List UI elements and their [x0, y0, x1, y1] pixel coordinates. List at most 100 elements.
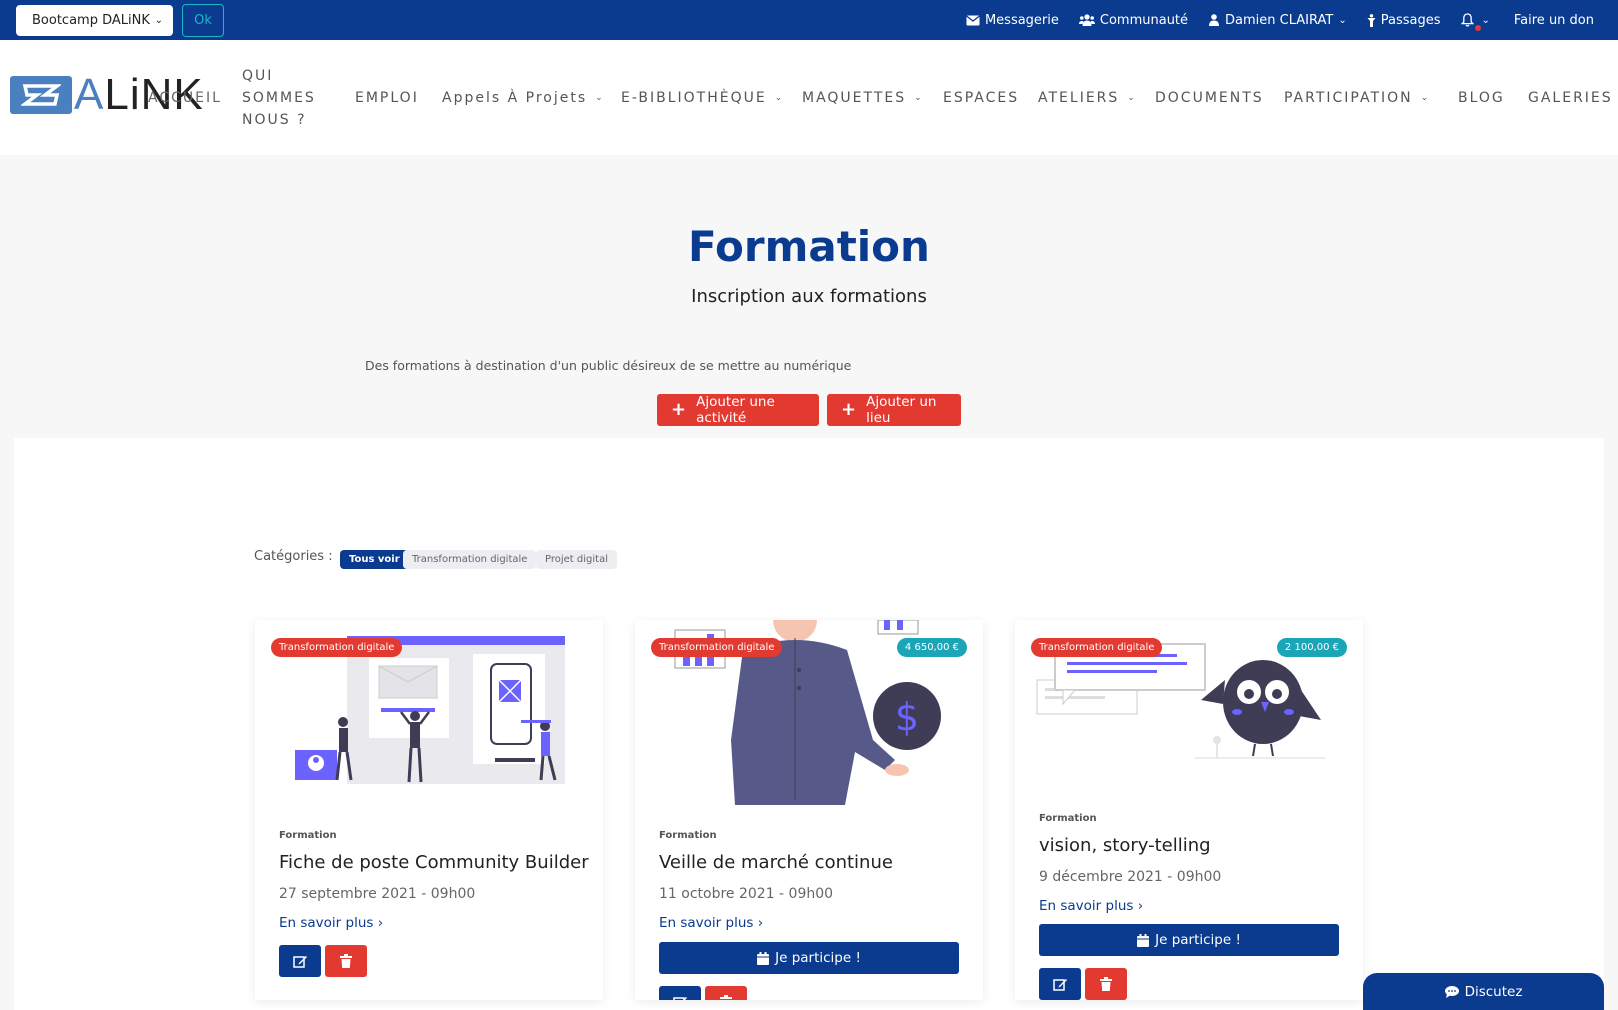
card-type: Formation — [279, 830, 337, 841]
participate-button[interactable]: Je participe ! — [659, 942, 959, 974]
chevron-down-icon: ⌄ — [914, 92, 922, 103]
plus-icon: + — [841, 399, 857, 420]
chat-bubble-icon — [1444, 985, 1459, 998]
card-type: Formation — [1039, 813, 1097, 824]
top-bar: Bootcamp DALiNK ⌄ Ok Messagerie Communau… — [0, 0, 1618, 40]
chevron-down-icon: ⌄ — [774, 92, 783, 103]
nav-documents[interactable]: DOCUMENTS — [1155, 40, 1264, 155]
price-tag: 2 100,00 € — [1276, 638, 1347, 657]
learn-more-link[interactable]: En savoir plus › — [279, 915, 383, 931]
chat-button[interactable]: Discutez — [1363, 973, 1604, 1010]
category-tag: Transformation digitale — [651, 638, 783, 657]
category-transformation-digitale[interactable]: Transformation digitale — [403, 550, 537, 569]
participate-button[interactable]: Je participe ! — [1039, 924, 1339, 956]
category-tag: Transformation digitale — [271, 638, 403, 657]
learn-more-link[interactable]: En savoir plus › — [1039, 898, 1143, 914]
participate-label: Je participe ! — [775, 950, 861, 966]
category-all[interactable]: Tous voir — [340, 550, 409, 569]
card-type: Formation — [659, 830, 717, 841]
nav-espaces[interactable]: ESPACES — [943, 40, 1019, 155]
chevron-down-icon: ⌄ — [1127, 92, 1135, 103]
trash-icon — [720, 995, 732, 999]
plus-icon: + — [671, 399, 687, 420]
calendar-icon — [1137, 933, 1150, 947]
edit-button[interactable] — [1039, 968, 1081, 1000]
delete-button[interactable] — [325, 945, 367, 977]
chevron-right-icon: › — [757, 915, 764, 931]
space-select-value: Bootcamp DALiNK — [32, 13, 150, 28]
nav-ebiblio-label: E-BIBLIOTHÈQUE — [621, 89, 767, 106]
envelope-icon — [966, 14, 980, 25]
chevron-down-icon: ⌄ — [1338, 14, 1347, 26]
chevron-right-icon: › — [377, 915, 384, 931]
delete-button[interactable] — [1085, 968, 1127, 1000]
user-icon — [1209, 14, 1220, 26]
card-title[interactable]: Veille de marché continue — [659, 852, 893, 873]
activity-card: Transformation digitale 2 100,00 € Forma… — [1015, 620, 1363, 1000]
nav-galeries[interactable]: GALERIES — [1528, 40, 1613, 155]
nav-ateliers[interactable]: ATELIERS ⌄ — [1038, 40, 1135, 155]
passages-label: Passages — [1380, 12, 1441, 28]
page-subtitle: Inscription aux formations — [691, 286, 927, 307]
notifications-menu[interactable]: ⌄ — [1460, 13, 1490, 31]
edit-icon — [1052, 978, 1067, 991]
top-links: Messagerie Communauté Damien CLAIRAT ⌄ P… — [966, 0, 1618, 40]
calendar-icon — [757, 951, 770, 965]
nav-ateliers-label: ATELIERS — [1038, 89, 1120, 106]
logo-z-icon — [21, 84, 61, 106]
learn-more-label: En savoir plus — [1039, 898, 1134, 914]
nav-maquettes-label: MAQUETTES — [802, 89, 907, 106]
don-link[interactable]: Faire un don — [1514, 13, 1594, 28]
chevron-down-icon: ⌄ — [1420, 92, 1429, 103]
chevron-down-icon: ⌄ — [1481, 14, 1490, 26]
ok-button[interactable]: Ok — [182, 4, 224, 37]
notification-dot — [1474, 25, 1481, 31]
page-title: Formation — [688, 222, 930, 271]
nav-participation-label: PARTICIPATION — [1284, 89, 1413, 106]
messagerie-link[interactable]: Messagerie — [966, 13, 1059, 28]
nav-e-bibliotheque[interactable]: E-BIBLIOTHÈQUE ⌄ — [621, 40, 782, 155]
user-menu[interactable]: Damien CLAIRAT ⌄ — [1208, 13, 1347, 28]
chat-label: Discutez — [1464, 983, 1523, 1000]
chevron-down-icon: ⌄ — [595, 92, 603, 103]
main-nav: ALiNK ACCUEIL QUI SOMMES NOUS ? EMPLOI A… — [0, 40, 1618, 155]
learn-more-label: En savoir plus — [279, 915, 374, 931]
categories-label: Catégories : — [254, 549, 333, 564]
category-projet-digital[interactable]: Projet digital — [536, 550, 617, 569]
edit-icon — [672, 996, 687, 1000]
communaute-link[interactable]: Communauté — [1078, 12, 1189, 28]
card-date: 11 octobre 2021 - 09h00 — [659, 886, 834, 902]
trash-icon — [1100, 977, 1112, 991]
edit-icon — [292, 955, 307, 968]
card-title[interactable]: Fiche de poste Community Builder — [279, 852, 589, 873]
page-description: Des formations à destination d'un public… — [365, 358, 852, 373]
category-tag: Transformation digitale — [1031, 638, 1163, 657]
space-select[interactable]: Bootcamp DALiNK ⌄ — [16, 5, 173, 36]
user-name: Damien CLAIRAT — [1225, 12, 1334, 28]
trash-icon — [340, 954, 352, 968]
communaute-label: Communauté — [1099, 12, 1189, 28]
activity-card: Transformation digitale Formation Fiche … — [255, 620, 603, 1000]
nav-participation[interactable]: PARTICIPATION ⌄ — [1284, 40, 1428, 155]
person-icon — [1367, 13, 1376, 27]
nav-emploi[interactable]: EMPLOI — [355, 40, 419, 155]
card-date: 27 septembre 2021 - 09h00 — [279, 886, 476, 902]
nav-appels-a-projets[interactable]: Appels À Projets ⌄ — [442, 40, 603, 155]
edit-button[interactable] — [279, 945, 321, 977]
card-title[interactable]: vision, story-telling — [1039, 835, 1211, 856]
messagerie-label: Messagerie — [984, 12, 1059, 28]
bell-icon — [1460, 13, 1474, 27]
edit-button[interactable] — [659, 986, 701, 1000]
learn-more-link[interactable]: En savoir plus › — [659, 915, 763, 931]
delete-button[interactable] — [705, 986, 747, 1000]
svg-text:$: $ — [895, 695, 919, 739]
learn-more-label: En savoir plus — [659, 915, 754, 931]
nav-blog[interactable]: BLOG — [1458, 40, 1505, 155]
nav-accueil[interactable]: ACCUEIL — [148, 40, 222, 155]
nav-qui-sommes-nous[interactable]: QUI SOMMES NOUS ? — [242, 40, 332, 155]
nav-maquettes[interactable]: MAQUETTES ⌄ — [802, 40, 922, 155]
price-tag: 4 650,00 € — [896, 638, 967, 657]
passages-link[interactable]: Passages — [1367, 13, 1441, 28]
panel-curve — [14, 438, 1604, 470]
activity-card: $ Transformation digitale 4 650,00 € For… — [635, 620, 983, 1000]
